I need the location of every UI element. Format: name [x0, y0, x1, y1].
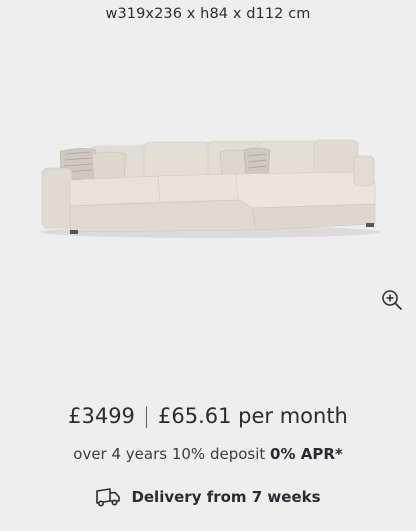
zoom-button[interactable] [380, 288, 404, 312]
price-separator: | [142, 404, 150, 428]
apr-label: 0% APR* [270, 445, 343, 463]
sofa-product-image[interactable] [30, 120, 390, 245]
delivery-truck-icon [96, 488, 121, 507]
delivery-label: Delivery from 7 weeks [131, 488, 321, 506]
finance-terms: over 4 years 10% deposit [73, 445, 266, 463]
product-detail-page: w319x236 x h84 x d112 cm £3499 | £65.61 … [0, 0, 416, 531]
finance-details: over 4 years 10% deposit 0% APR* [0, 445, 416, 463]
product-dimensions: w319x236 x h84 x d112 cm [105, 6, 311, 22]
price: £3499 [68, 404, 135, 428]
monthly-price: £65.61 per month [158, 404, 348, 428]
zoom-in-icon [382, 290, 402, 310]
price-summary: £3499 | £65.61 per month [0, 404, 416, 428]
delivery-info: Delivery from 7 weeks [0, 486, 416, 508]
